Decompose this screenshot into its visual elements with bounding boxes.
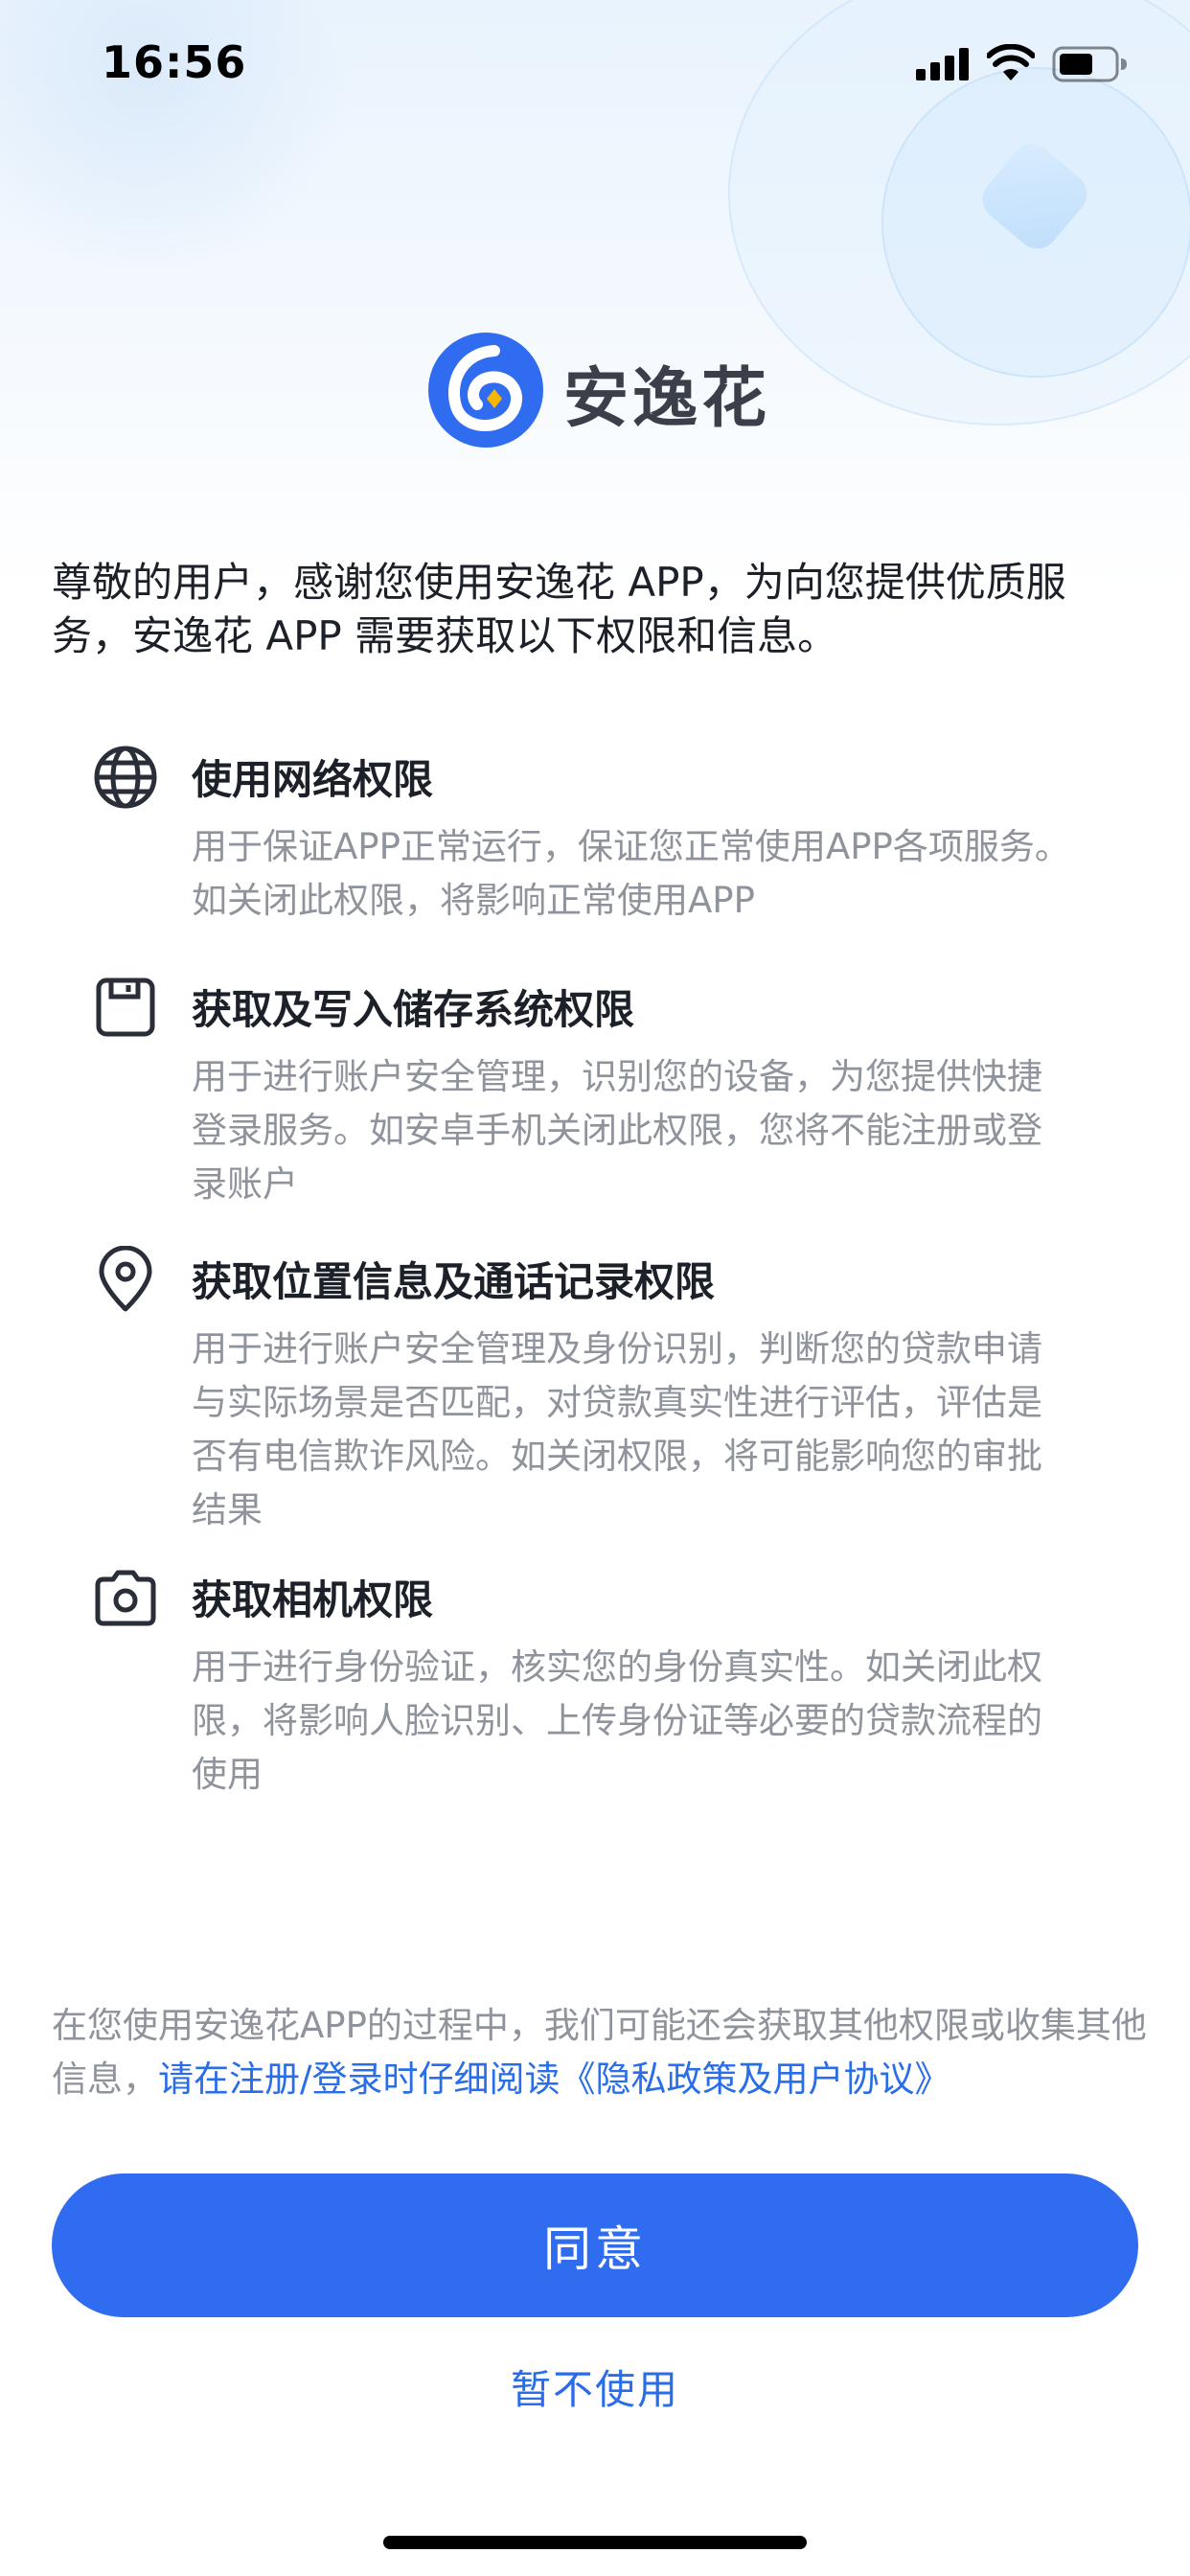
globe-icon	[94, 746, 157, 809]
location-pin-icon	[99, 1246, 152, 1312]
permission-title: 获取位置信息及通话记录权限	[192, 1258, 716, 1305]
permission-title: 获取相机权限	[192, 1576, 434, 1623]
permission-description: 用于进行身份验证，核实您的身份真实性。如关闭此权限，将影响人脸识别、上传身份证等…	[192, 1646, 1042, 1795]
intro-text: 尊敬的用户，感谢您使用安逸花 APP，为向您提供优质服务，安逸花 APP 需要获…	[52, 559, 1066, 659]
camera-icon	[95, 1570, 156, 1626]
app-logo-icon	[428, 333, 543, 448]
privacy-policy-link[interactable]: 请在注册/登录时仔细阅读《隐私政策及用户协议》	[158, 2058, 950, 2100]
agree-button[interactable]: 同意	[52, 2174, 1138, 2317]
brand-name: 安逸花	[563, 361, 771, 437]
permission-title: 使用网络权限	[192, 756, 434, 803]
permission-description: 用于进行账户安全管理，识别您的设备，为您提供快捷登录服务。如安卓手机关闭此权限，…	[192, 1056, 1042, 1205]
permission-description: 用于进行账户安全管理及身份识别，判断您的贷款申请与实际场景是否匹配，对贷款真实性…	[192, 1328, 1042, 1530]
status-bar: 16:56	[0, 0, 1190, 126]
status-time: 16:56	[102, 36, 247, 88]
decline-button[interactable]: 暂不使用	[0, 2358, 1190, 2416]
wifi-icon	[987, 44, 1035, 80]
battery-icon	[1052, 46, 1127, 82]
permission-title: 获取及写入储存系统权限	[192, 986, 635, 1033]
cellular-signal-icon	[916, 48, 969, 80]
permission-description: 用于保证APP正常运行，保证您正常使用APP各项服务。如关闭此权限，将影响正常使…	[192, 826, 1070, 921]
home-indicator[interactable]	[383, 2536, 807, 2549]
privacy-notice: 在您使用安逸花APP的过程中，我们可能还会获取其他权限或收集其他信息，请在注册/…	[52, 1999, 1154, 2106]
storage-icon	[96, 978, 155, 1037]
